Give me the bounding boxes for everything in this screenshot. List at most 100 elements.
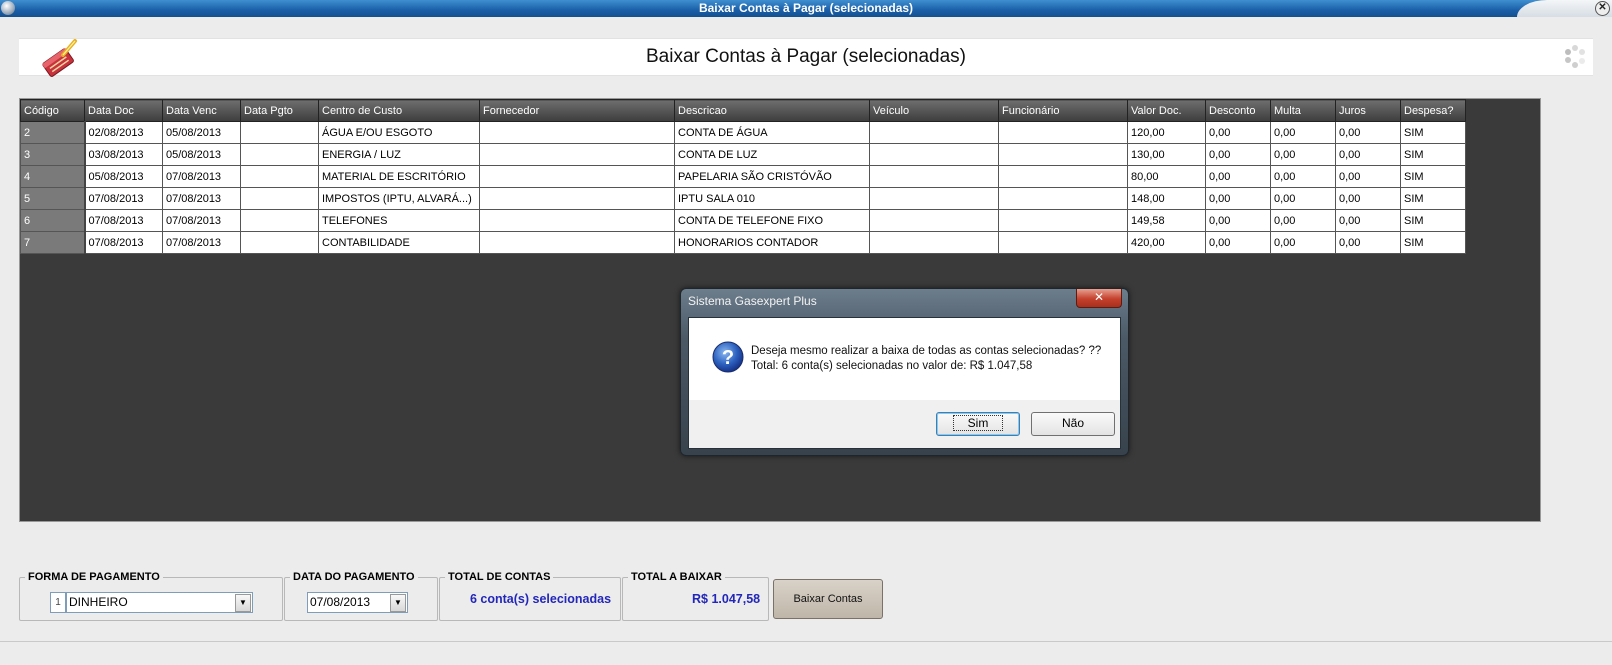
window-bottom-divider xyxy=(0,641,1612,642)
table-header-row: Código Data Doc Data Venc Data Pgto Centro d… xyxy=(20,99,1466,122)
table-cell: 05/08/2013 xyxy=(162,143,241,166)
payment-method-select[interactable]: DINHEIRO ▼ xyxy=(66,592,253,613)
table-cell: 149,58 xyxy=(1127,209,1206,232)
yes-button[interactable]: Sim xyxy=(936,412,1020,436)
table-cell: 0,00 xyxy=(1205,231,1271,254)
column-header[interactable]: Fornecedor xyxy=(479,99,675,122)
table-cell: CONTA DE ÁGUA xyxy=(674,121,870,144)
table-cell: TELEFONES xyxy=(318,209,480,232)
svg-text:?: ? xyxy=(722,347,734,369)
column-header[interactable]: Veículo xyxy=(869,99,999,122)
table-cell: IMPOSTOS (IPTU, ALVARÁ...) xyxy=(318,187,480,210)
loading-spinner-icon xyxy=(1565,45,1585,68)
table-cell xyxy=(998,187,1128,210)
table-cell: 0,00 xyxy=(1270,187,1336,210)
table-cell: 0,00 xyxy=(1205,187,1271,210)
calendar-dropdown-icon[interactable]: ▼ xyxy=(390,594,406,612)
table-row[interactable]: 3 03/08/2013 05/08/2013 ENERGIA / LUZ CONTA … xyxy=(20,143,1466,166)
chevron-down-icon[interactable]: ▼ xyxy=(235,594,251,612)
accounts-table: Código Data Doc Data Venc Data Pgto Centro d… xyxy=(20,99,1466,254)
table-cell xyxy=(240,121,319,144)
table-row[interactable]: 7 07/08/2013 07/08/2013 CONTABILIDADE HONORA… xyxy=(20,231,1466,254)
table-cell xyxy=(240,187,319,210)
column-header[interactable]: Juros xyxy=(1335,99,1401,122)
column-header[interactable]: Data Pgto xyxy=(240,99,319,122)
table-cell xyxy=(479,209,675,232)
table-cell: IPTU SALA 010 xyxy=(674,187,870,210)
table-cell: 0,00 xyxy=(1335,121,1401,144)
column-header[interactable]: Funcionário xyxy=(998,99,1128,122)
table-cell: CONTA DE TELEFONE FIXO xyxy=(674,209,870,232)
column-header[interactable]: Data Doc xyxy=(84,99,163,122)
table-cell xyxy=(479,143,675,166)
table-cell xyxy=(869,187,999,210)
page-header: Baixar Contas à Pagar (selecionadas) xyxy=(19,38,1593,77)
table-cell: 6 xyxy=(20,209,86,232)
table-cell: 7 xyxy=(20,231,86,254)
column-header[interactable]: Centro de Custo xyxy=(318,99,480,122)
table-cell: 07/08/2013 xyxy=(162,165,241,188)
dialog-message: Deseja mesmo realizar a baixa de todas a… xyxy=(751,344,1101,374)
table-cell: 07/08/2013 xyxy=(162,209,241,232)
table-cell: 420,00 xyxy=(1127,231,1206,254)
payment-method-legend: FORMA DE PAGAMENTO xyxy=(28,571,160,583)
table-row[interactable]: 5 07/08/2013 07/08/2013 IMPOSTOS (IPTU, ALV… xyxy=(20,187,1466,210)
column-header[interactable]: Desconto xyxy=(1205,99,1271,122)
table-cell: 0,00 xyxy=(1205,209,1271,232)
table-cell: 07/08/2013 xyxy=(84,231,163,254)
table-cell: 4 xyxy=(20,165,86,188)
table-cell: 07/08/2013 xyxy=(84,209,163,232)
table-cell: CONTABILIDADE xyxy=(318,231,480,254)
table-cell: 0,00 xyxy=(1270,121,1336,144)
table-cell xyxy=(869,165,999,188)
table-cell: 0,00 xyxy=(1335,143,1401,166)
table-cell xyxy=(240,165,319,188)
baixar-contas-button[interactable]: Baixar Contas xyxy=(773,579,883,619)
table-cell: SIM xyxy=(1400,231,1466,254)
table-cell: ENERGIA / LUZ xyxy=(318,143,480,166)
table-row[interactable]: 6 07/08/2013 07/08/2013 TELEFONES CONTA DE T… xyxy=(20,209,1466,232)
table-cell: 148,00 xyxy=(1127,187,1206,210)
table-cell: SIM xyxy=(1400,187,1466,210)
table-cell: 0,00 xyxy=(1335,209,1401,232)
confirm-dialog: Sistema Gasexpert Plus ✕ ? Deseja mesmo … xyxy=(680,288,1129,456)
table-cell xyxy=(479,165,675,188)
table-cell xyxy=(479,187,675,210)
table-cell xyxy=(240,143,319,166)
payment-method-code: 1 xyxy=(50,592,66,613)
table-cell: 0,00 xyxy=(1270,165,1336,188)
table-row[interactable]: 4 05/08/2013 07/08/2013 MATERIAL DE ESCRITÓ… xyxy=(20,165,1466,188)
window-title-bar: Baixar Contas à Pagar (selecionadas) ✕ xyxy=(0,0,1612,17)
question-icon: ? xyxy=(712,341,744,373)
table-cell xyxy=(998,165,1128,188)
window-menu-icon[interactable] xyxy=(1,1,15,15)
table-cell: 03/08/2013 xyxy=(84,143,163,166)
table-cell: 07/08/2013 xyxy=(162,187,241,210)
table-cell: SIM xyxy=(1400,209,1466,232)
table-cell: 80,00 xyxy=(1127,165,1206,188)
dialog-message-line2: Total: 6 conta(s) selecionadas no valor … xyxy=(751,360,1033,372)
no-button[interactable]: Não xyxy=(1031,412,1115,436)
table-row[interactable]: 2 02/08/2013 05/08/2013 ÁGUA E/OU ESGOTO CON… xyxy=(20,121,1466,144)
column-header[interactable]: Descricao xyxy=(674,99,870,122)
table-cell: CONTA DE LUZ xyxy=(674,143,870,166)
column-header[interactable]: Data Venc xyxy=(162,99,241,122)
table-cell xyxy=(479,231,675,254)
table-cell: SIM xyxy=(1400,121,1466,144)
table-cell: ÁGUA E/OU ESGOTO xyxy=(318,121,480,144)
dialog-close-button[interactable]: ✕ xyxy=(1076,289,1122,308)
table-cell: 3 xyxy=(20,143,86,166)
payment-method-value: DINHEIRO xyxy=(69,595,128,609)
dialog-button-bar: Sim Não xyxy=(689,400,1120,448)
table-cell xyxy=(998,231,1128,254)
window-close-button[interactable]: ✕ xyxy=(1595,1,1610,16)
column-header[interactable]: Despesa? xyxy=(1400,99,1466,122)
column-header[interactable]: Multa xyxy=(1270,99,1336,122)
payment-date-picker[interactable]: 07/08/2013 ▼ xyxy=(307,592,408,613)
column-header[interactable]: Valor Doc. xyxy=(1127,99,1206,122)
table-cell: 5 xyxy=(20,187,86,210)
table-cell: 0,00 xyxy=(1335,165,1401,188)
total-amount-legend: TOTAL A BAIXAR xyxy=(631,571,722,583)
column-header[interactable]: Código xyxy=(20,99,85,122)
table-cell xyxy=(240,231,319,254)
